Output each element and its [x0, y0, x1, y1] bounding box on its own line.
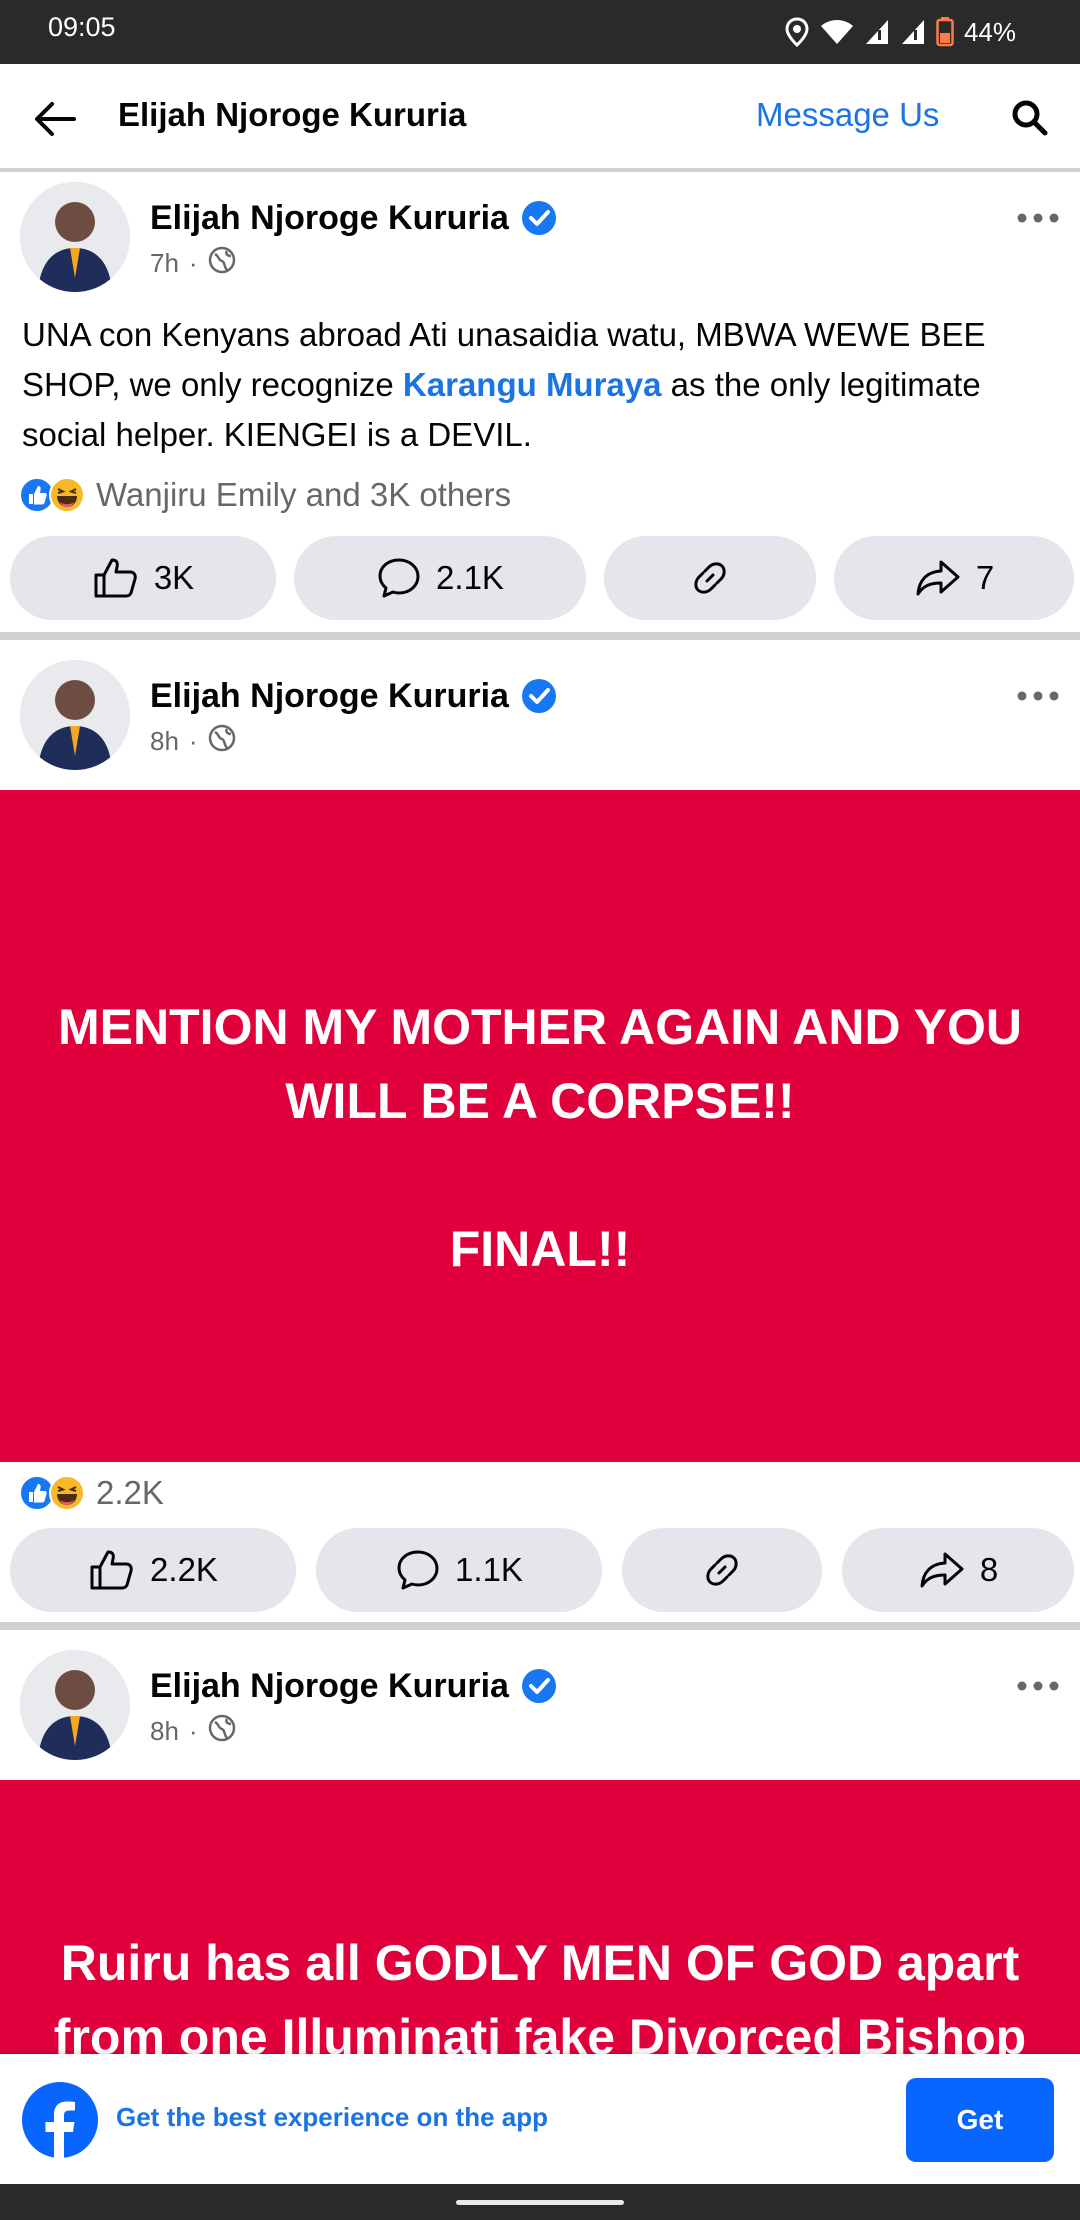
page-title: Elijah Njoroge Kururia: [118, 96, 467, 133]
card-line-3: FINAL!!: [449, 1221, 631, 1277]
meta-separator: ·: [188, 1716, 198, 1746]
post-text: UNA con Kenyans abroad Ati unasaidia wat…: [22, 310, 1052, 460]
get-app-banner: Get the best experience on the app Get: [0, 2054, 1080, 2184]
comment-icon: [395, 1548, 441, 1592]
post-time[interactable]: 8h: [150, 1716, 179, 1747]
post-meta: 8h ·: [150, 1714, 236, 1749]
verified-badge-icon: [519, 198, 559, 238]
meta-separator: ·: [188, 726, 198, 756]
post: Elijah Njoroge Kururia 7h · UNA con Keny…: [0, 176, 1080, 628]
author-name[interactable]: Elijah Njoroge Kururia: [150, 199, 509, 238]
post-meta: 7h ·: [150, 246, 236, 281]
globe-icon: [208, 724, 236, 759]
reactions-text: 2.2K: [96, 1474, 164, 1511]
link-icon: [688, 556, 732, 600]
share-icon: [914, 556, 962, 600]
comment-button[interactable]: 1.1K: [316, 1528, 602, 1612]
globe-icon: [208, 1714, 236, 1749]
post-meta: 8h ·: [150, 724, 236, 759]
reactions-text: Wanjiru Emily and 3K others: [96, 476, 512, 513]
post-actions: 3K 2.1K 7: [10, 536, 1074, 620]
card-line-1: Ruiru has all GODLY MEN OF GOD apart: [60, 1935, 1020, 1991]
verified-badge-icon: [519, 1666, 559, 1706]
app-header: Elijah Njoroge Kururia Message Us: [0, 64, 1080, 172]
status-icons: 44%: [784, 10, 1016, 54]
location-icon: [784, 17, 810, 47]
reaction-icons: [18, 476, 86, 514]
link-icon: [700, 1548, 744, 1592]
status-bar: 09:05 44%: [0, 0, 1080, 64]
banner-text: Get the best experience on the app: [116, 2102, 548, 2132]
comment-count: 1.1K: [455, 1551, 523, 1588]
avatar[interactable]: [20, 1650, 130, 1760]
meta-separator: ·: [188, 248, 198, 278]
like-icon: [92, 556, 140, 600]
share-icon: [918, 1548, 966, 1592]
like-button[interactable]: 2.2K: [10, 1528, 296, 1612]
reaction-icons: [18, 1474, 86, 1512]
globe-icon: [208, 246, 236, 281]
comment-count: 2.1K: [436, 559, 504, 596]
message-us-link[interactable]: Message Us: [756, 96, 939, 134]
author-name[interactable]: Elijah Njoroge Kururia: [150, 1667, 509, 1706]
signal-icon: [900, 18, 926, 46]
post-author[interactable]: Elijah Njoroge Kururia: [150, 676, 559, 716]
post-author[interactable]: Elijah Njoroge Kururia: [150, 198, 559, 238]
facebook-logo-icon: [22, 2082, 98, 2158]
search-icon[interactable]: [1010, 98, 1050, 138]
back-arrow-icon[interactable]: [30, 94, 80, 144]
post: Elijah Njoroge Kururia 8h · MENTION MY M…: [0, 640, 1080, 1620]
post-time[interactable]: 8h: [150, 726, 179, 757]
like-count: 3K: [153, 559, 195, 596]
card-line-2: WILL BE A CORPSE!!: [285, 1073, 795, 1129]
author-name[interactable]: Elijah Njoroge Kururia: [150, 677, 509, 716]
post-author[interactable]: Elijah Njoroge Kururia: [150, 1666, 559, 1706]
post-divider: [0, 1622, 1080, 1630]
avatar[interactable]: [20, 660, 130, 770]
more-options-icon[interactable]: [1014, 206, 1062, 230]
comment-icon: [376, 556, 422, 600]
post-actions: 2.2K 1.1K 8: [10, 1528, 1074, 1612]
copy-link-button[interactable]: [622, 1528, 822, 1612]
post-time[interactable]: 7h: [150, 248, 179, 279]
post: Elijah Njoroge Kururia 8h · Ruiru has al…: [0, 1630, 1080, 2054]
card-line-2: from one Illuminati fake Divorced Bishop: [53, 2009, 1027, 2054]
mention-link[interactable]: Karangu Muraya: [403, 366, 662, 403]
copy-link-button[interactable]: [604, 536, 816, 620]
like-button[interactable]: 3K: [10, 536, 276, 620]
verified-badge-icon: [519, 676, 559, 716]
post-divider: [0, 632, 1080, 640]
more-options-icon[interactable]: [1014, 684, 1062, 708]
battery-percent: 44%: [963, 16, 1016, 47]
signal-icon: [864, 18, 890, 46]
comment-button[interactable]: 2.1K: [294, 536, 586, 620]
home-gesture-handle[interactable]: [456, 2200, 624, 2205]
reactions-summary[interactable]: Wanjiru Emily and 3K others: [18, 476, 511, 514]
share-count: 7: [975, 559, 995, 596]
more-options-icon[interactable]: [1014, 1674, 1062, 1698]
get-app-button[interactable]: Get: [906, 2078, 1054, 2162]
reactions-summary[interactable]: 2.2K: [18, 1474, 164, 1512]
like-icon: [88, 1548, 136, 1592]
wifi-icon: [820, 18, 854, 46]
like-count: 2.2K: [150, 1551, 218, 1588]
text-card[interactable]: Ruiru has all GODLY MEN OF GOD apart fro…: [0, 1780, 1080, 2054]
haha-reaction-icon: [48, 1474, 86, 1512]
system-nav-bar: [0, 2184, 1080, 2220]
share-button[interactable]: 8: [842, 1528, 1074, 1612]
share-button[interactable]: 7: [834, 536, 1074, 620]
share-count: 8: [979, 1551, 999, 1588]
card-line-1: MENTION MY MOTHER AGAIN AND YOU: [58, 999, 1022, 1055]
text-card[interactable]: MENTION MY MOTHER AGAIN AND YOU WILL BE …: [0, 790, 1080, 1462]
avatar[interactable]: [20, 182, 130, 292]
status-time: 09:05: [48, 12, 116, 42]
haha-reaction-icon: [48, 476, 86, 514]
battery-icon: [936, 17, 954, 47]
